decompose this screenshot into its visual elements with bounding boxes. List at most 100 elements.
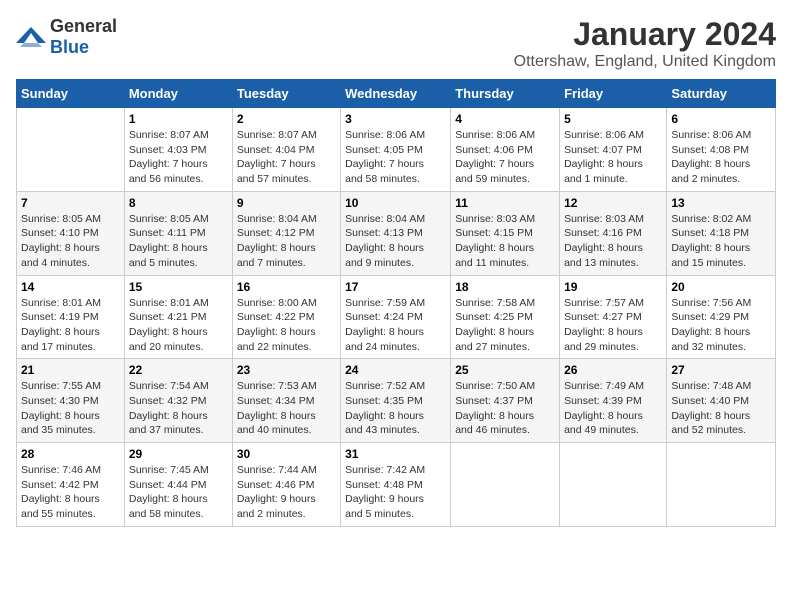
calendar-cell: 21Sunrise: 7:55 AMSunset: 4:30 PMDayligh… bbox=[17, 359, 125, 443]
day-info: Sunrise: 8:01 AMSunset: 4:21 PMDaylight:… bbox=[129, 296, 228, 355]
day-number: 27 bbox=[671, 363, 771, 377]
day-info: Sunrise: 8:00 AMSunset: 4:22 PMDaylight:… bbox=[237, 296, 336, 355]
calendar-table: SundayMondayTuesdayWednesdayThursdayFrid… bbox=[16, 79, 776, 527]
day-number: 31 bbox=[345, 447, 446, 461]
day-info: Sunrise: 7:42 AMSunset: 4:48 PMDaylight:… bbox=[345, 463, 446, 522]
calendar-cell: 2Sunrise: 8:07 AMSunset: 4:04 PMDaylight… bbox=[232, 108, 340, 192]
day-info: Sunrise: 7:48 AMSunset: 4:40 PMDaylight:… bbox=[671, 379, 771, 438]
calendar-cell: 28 Sunrise: 7:46 AMSunset: 4:42 PMDayligh… bbox=[17, 443, 125, 527]
day-info: Sunrise: 7:57 AMSunset: 4:27 PMDaylight:… bbox=[564, 296, 662, 355]
day-number: 8 bbox=[129, 196, 228, 210]
day-number: 20 bbox=[671, 280, 771, 294]
weekday-header: Tuesday bbox=[232, 80, 340, 108]
weekday-header: Sunday bbox=[17, 80, 125, 108]
day-info: Sunrise: 8:04 AMSunset: 4:12 PMDaylight:… bbox=[237, 212, 336, 271]
calendar-header-row: SundayMondayTuesdayWednesdayThursdayFrid… bbox=[17, 80, 776, 108]
calendar-cell: 20 Sunrise: 7:56 AMSunset: 4:29 PMDayligh… bbox=[667, 275, 776, 359]
day-info: Sunrise: 7:58 AMSunset: 4:25 PMDaylight:… bbox=[455, 296, 555, 355]
day-number: 26 bbox=[564, 363, 662, 377]
day-info: Sunrise: 7:56 AMSunset: 4:29 PMDaylight:… bbox=[671, 296, 771, 355]
calendar-cell: 7 Sunrise: 8:05 AMSunset: 4:10 PMDaylight… bbox=[17, 191, 125, 275]
day-info: Sunrise: 8:06 AMSunset: 4:07 PMDaylight:… bbox=[564, 128, 662, 187]
day-info: Sunrise: 7:54 AMSunset: 4:32 PMDaylight:… bbox=[129, 379, 228, 438]
day-info: Sunrise: 7:59 AMSunset: 4:24 PMDaylight:… bbox=[345, 296, 446, 355]
day-number: 15 bbox=[129, 280, 228, 294]
calendar-cell: 1Sunrise: 8:07 AMSunset: 4:03 PMDaylight… bbox=[124, 108, 232, 192]
day-number: 18 bbox=[455, 280, 555, 294]
page-header: General Blue January 2024 Ottershaw, Eng… bbox=[16, 16, 776, 71]
day-number: 22 bbox=[129, 363, 228, 377]
calendar-cell: 26 Sunrise: 7:49 AMSunset: 4:39 PMDayligh… bbox=[560, 359, 667, 443]
day-info: Sunrise: 8:06 AMSunset: 4:06 PMDaylight:… bbox=[455, 128, 555, 187]
day-info: Sunrise: 8:01 AMSunset: 4:19 PMDaylight:… bbox=[21, 296, 120, 355]
calendar-cell: 24 Sunrise: 7:52 AMSunset: 4:35 PMDayligh… bbox=[341, 359, 451, 443]
day-info: Sunrise: 8:02 AMSunset: 4:18 PMDaylight:… bbox=[671, 212, 771, 271]
day-info: Sunrise: 7:50 AMSunset: 4:37 PMDaylight:… bbox=[455, 379, 555, 438]
day-number: 30 bbox=[237, 447, 336, 461]
day-number: 10 bbox=[345, 196, 446, 210]
weekday-header: Monday bbox=[124, 80, 232, 108]
calendar-cell bbox=[667, 443, 776, 527]
day-number: 11 bbox=[455, 196, 555, 210]
calendar-cell: 29 Sunrise: 7:45 AMSunset: 4:44 PMDayligh… bbox=[124, 443, 232, 527]
calendar-cell: 5Sunrise: 8:06 AMSunset: 4:07 PMDaylight… bbox=[560, 108, 667, 192]
logo-general: General bbox=[50, 16, 117, 36]
logo-blue: Blue bbox=[50, 37, 89, 57]
day-number: 3 bbox=[345, 112, 446, 126]
weekday-header: Saturday bbox=[667, 80, 776, 108]
day-number: 12 bbox=[564, 196, 662, 210]
title-block: January 2024 Ottershaw, England, United … bbox=[514, 16, 776, 71]
day-info: Sunrise: 8:06 AMSunset: 4:08 PMDaylight:… bbox=[671, 128, 771, 187]
calendar-week-row: 28 Sunrise: 7:46 AMSunset: 4:42 PMDayligh… bbox=[17, 443, 776, 527]
day-info: Sunrise: 8:03 AMSunset: 4:16 PMDaylight:… bbox=[564, 212, 662, 271]
calendar-week-row: 1Sunrise: 8:07 AMSunset: 4:03 PMDaylight… bbox=[17, 108, 776, 192]
calendar-cell: 31 Sunrise: 7:42 AMSunset: 4:48 PMDayligh… bbox=[341, 443, 451, 527]
day-info: Sunrise: 7:46 AMSunset: 4:42 PMDaylight:… bbox=[21, 463, 120, 522]
calendar-cell: 3 Sunrise: 8:06 AMSunset: 4:05 PMDaylight… bbox=[341, 108, 451, 192]
day-info: Sunrise: 8:05 AMSunset: 4:10 PMDaylight:… bbox=[21, 212, 120, 271]
calendar-week-row: 21Sunrise: 7:55 AMSunset: 4:30 PMDayligh… bbox=[17, 359, 776, 443]
calendar-cell: 12 Sunrise: 8:03 AMSunset: 4:16 PMDayligh… bbox=[560, 191, 667, 275]
calendar-cell: 19Sunrise: 7:57 AMSunset: 4:27 PMDayligh… bbox=[560, 275, 667, 359]
day-number: 4 bbox=[455, 112, 555, 126]
day-info: Sunrise: 8:07 AMSunset: 4:03 PMDaylight:… bbox=[129, 128, 228, 187]
calendar-cell: 6Sunrise: 8:06 AMSunset: 4:08 PMDaylight… bbox=[667, 108, 776, 192]
day-number: 7 bbox=[21, 196, 120, 210]
location-title: Ottershaw, England, United Kingdom bbox=[514, 53, 776, 71]
logo: General Blue bbox=[16, 16, 117, 58]
day-number: 17 bbox=[345, 280, 446, 294]
day-info: Sunrise: 8:04 AMSunset: 4:13 PMDaylight:… bbox=[345, 212, 446, 271]
calendar-cell: 17 Sunrise: 7:59 AMSunset: 4:24 PMDayligh… bbox=[341, 275, 451, 359]
calendar-cell bbox=[17, 108, 125, 192]
calendar-cell: 27 Sunrise: 7:48 AMSunset: 4:40 PMDayligh… bbox=[667, 359, 776, 443]
weekday-header: Wednesday bbox=[341, 80, 451, 108]
calendar-cell: 11 Sunrise: 8:03 AMSunset: 4:15 PMDayligh… bbox=[451, 191, 560, 275]
day-info: Sunrise: 7:44 AMSunset: 4:46 PMDaylight:… bbox=[237, 463, 336, 522]
day-number: 9 bbox=[237, 196, 336, 210]
day-info: Sunrise: 8:06 AMSunset: 4:05 PMDaylight:… bbox=[345, 128, 446, 187]
day-info: Sunrise: 7:52 AMSunset: 4:35 PMDaylight:… bbox=[345, 379, 446, 438]
calendar-cell bbox=[560, 443, 667, 527]
day-info: Sunrise: 7:45 AMSunset: 4:44 PMDaylight:… bbox=[129, 463, 228, 522]
calendar-cell: 10 Sunrise: 8:04 AMSunset: 4:13 PMDayligh… bbox=[341, 191, 451, 275]
calendar-cell: 15 Sunrise: 8:01 AMSunset: 4:21 PMDayligh… bbox=[124, 275, 232, 359]
calendar-cell: 23Sunrise: 7:53 AMSunset: 4:34 PMDayligh… bbox=[232, 359, 340, 443]
calendar-week-row: 7 Sunrise: 8:05 AMSunset: 4:10 PMDaylight… bbox=[17, 191, 776, 275]
day-number: 25 bbox=[455, 363, 555, 377]
day-info: Sunrise: 7:53 AMSunset: 4:34 PMDaylight:… bbox=[237, 379, 336, 438]
calendar-cell: 25 Sunrise: 7:50 AMSunset: 4:37 PMDayligh… bbox=[451, 359, 560, 443]
calendar-cell: 4 Sunrise: 8:06 AMSunset: 4:06 PMDaylight… bbox=[451, 108, 560, 192]
calendar-cell: 13Sunrise: 8:02 AMSunset: 4:18 PMDayligh… bbox=[667, 191, 776, 275]
calendar-cell: 30 Sunrise: 7:44 AMSunset: 4:46 PMDayligh… bbox=[232, 443, 340, 527]
day-number: 28 bbox=[21, 447, 120, 461]
day-number: 29 bbox=[129, 447, 228, 461]
day-number: 16 bbox=[237, 280, 336, 294]
logo-icon bbox=[16, 25, 46, 49]
calendar-cell: 16 Sunrise: 8:00 AMSunset: 4:22 PMDayligh… bbox=[232, 275, 340, 359]
day-info: Sunrise: 8:03 AMSunset: 4:15 PMDaylight:… bbox=[455, 212, 555, 271]
day-number: 24 bbox=[345, 363, 446, 377]
month-title: January 2024 bbox=[514, 16, 776, 53]
day-info: Sunrise: 7:49 AMSunset: 4:39 PMDaylight:… bbox=[564, 379, 662, 438]
weekday-header: Thursday bbox=[451, 80, 560, 108]
calendar-cell: 14Sunrise: 8:01 AMSunset: 4:19 PMDayligh… bbox=[17, 275, 125, 359]
